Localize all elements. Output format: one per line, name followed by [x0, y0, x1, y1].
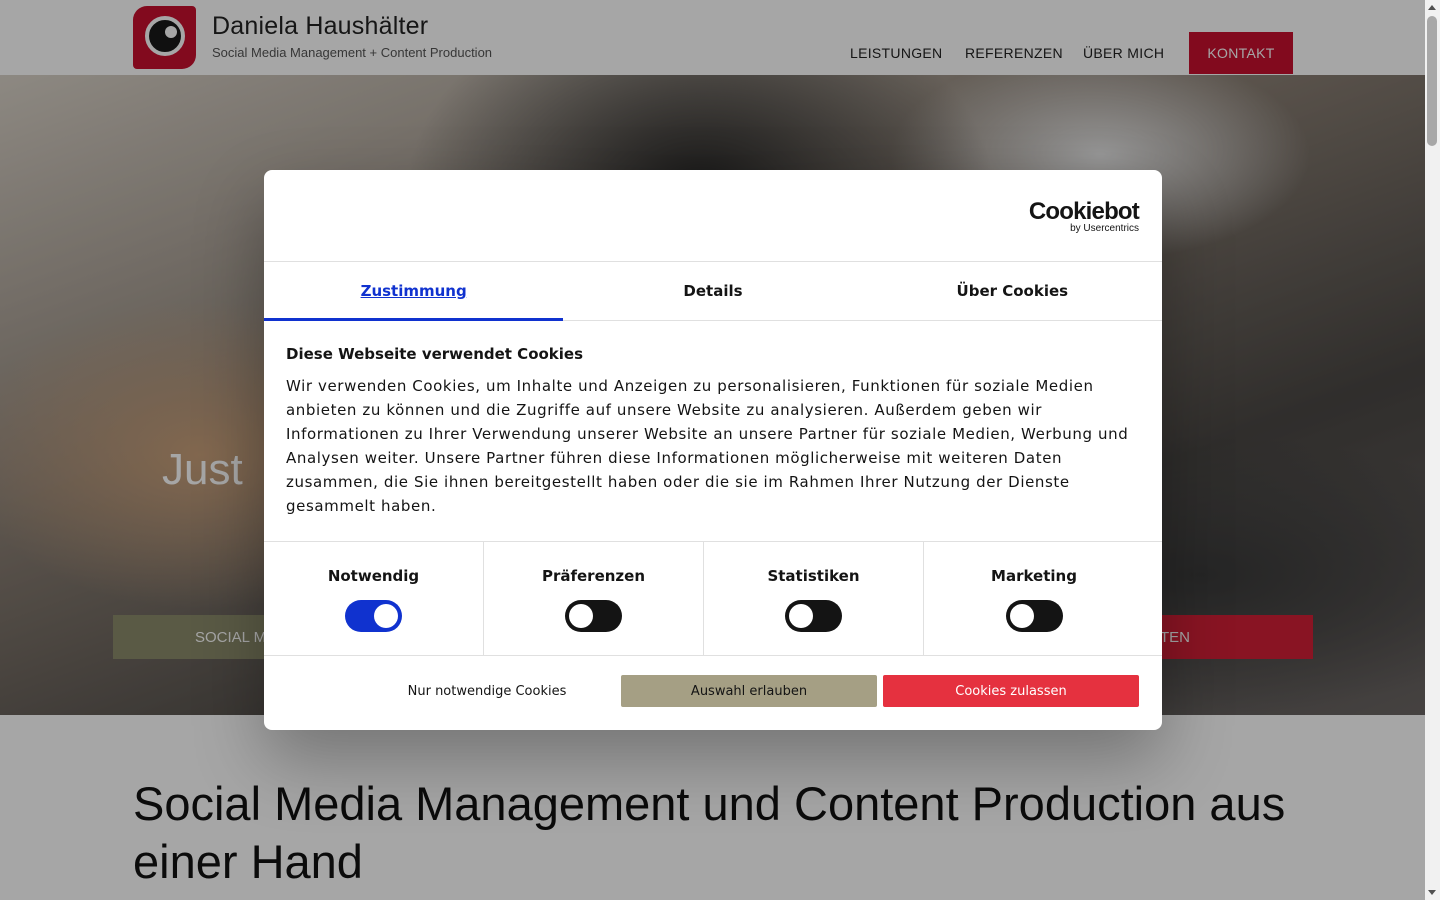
toggle-statistiken[interactable] — [785, 600, 842, 632]
tab-label: Details — [683, 282, 743, 300]
tab-details[interactable]: Details — [563, 262, 862, 320]
toggle-label-notwendig: Notwendig — [327, 567, 420, 585]
scroll-thumb[interactable] — [1427, 16, 1437, 146]
cookie-consent-dialog: Cookiebot by Usercentrics Zustimmung Det… — [264, 170, 1162, 730]
cookiebot-logo[interactable]: Cookiebot by Usercentrics — [1028, 198, 1140, 234]
page-scrollbar[interactable] — [1425, 0, 1440, 900]
allow-selection-button[interactable]: Auswahl erlauben — [621, 675, 877, 707]
cookie-category-toggles: Notwendig Präferenzen Statistiken Market… — [264, 541, 1162, 656]
tab-label: Zustimmung — [360, 282, 467, 300]
dialog-title: Diese Webseite verwendet Cookies — [286, 345, 584, 363]
toggle-label-praeferenzen: Präferenzen — [541, 567, 646, 585]
dialog-body-text: Wir verwenden Cookies, um Inhalte und An… — [286, 377, 1129, 515]
cookiebot-logo-subtext: by Usercentrics — [1070, 223, 1139, 234]
cookiebot-logo-text: Cookiebot — [1028, 198, 1140, 225]
toggle-label-marketing: Marketing — [991, 567, 1077, 585]
scroll-up-arrow-icon[interactable] — [1428, 5, 1436, 10]
accept-all-cookies-button[interactable]: Cookies zulassen — [883, 675, 1139, 707]
toggle-praeferenzen[interactable] — [565, 600, 622, 632]
toggle-cell-praeferenzen: Präferenzen — [484, 542, 704, 655]
toggle-cell-marketing: Marketing — [924, 542, 1162, 655]
tab-zustimmung[interactable]: Zustimmung — [264, 262, 564, 321]
only-necessary-cookies-button[interactable]: Nur notwendige Cookies — [359, 675, 615, 707]
tab-label: Über Cookies — [956, 282, 1069, 300]
toggle-cell-statistiken: Statistiken — [704, 542, 924, 655]
toggle-notwendig[interactable] — [345, 600, 402, 632]
tab-ueber-cookies[interactable]: Über Cookies — [863, 262, 1162, 320]
toggle-cell-notwendig: Notwendig — [264, 542, 484, 655]
toggle-label-statistiken: Statistiken — [767, 567, 860, 585]
dialog-tabs: Zustimmung Details Über Cookies — [264, 261, 1162, 321]
scroll-down-arrow-icon[interactable] — [1428, 890, 1436, 895]
toggle-marketing[interactable] — [1005, 600, 1063, 632]
